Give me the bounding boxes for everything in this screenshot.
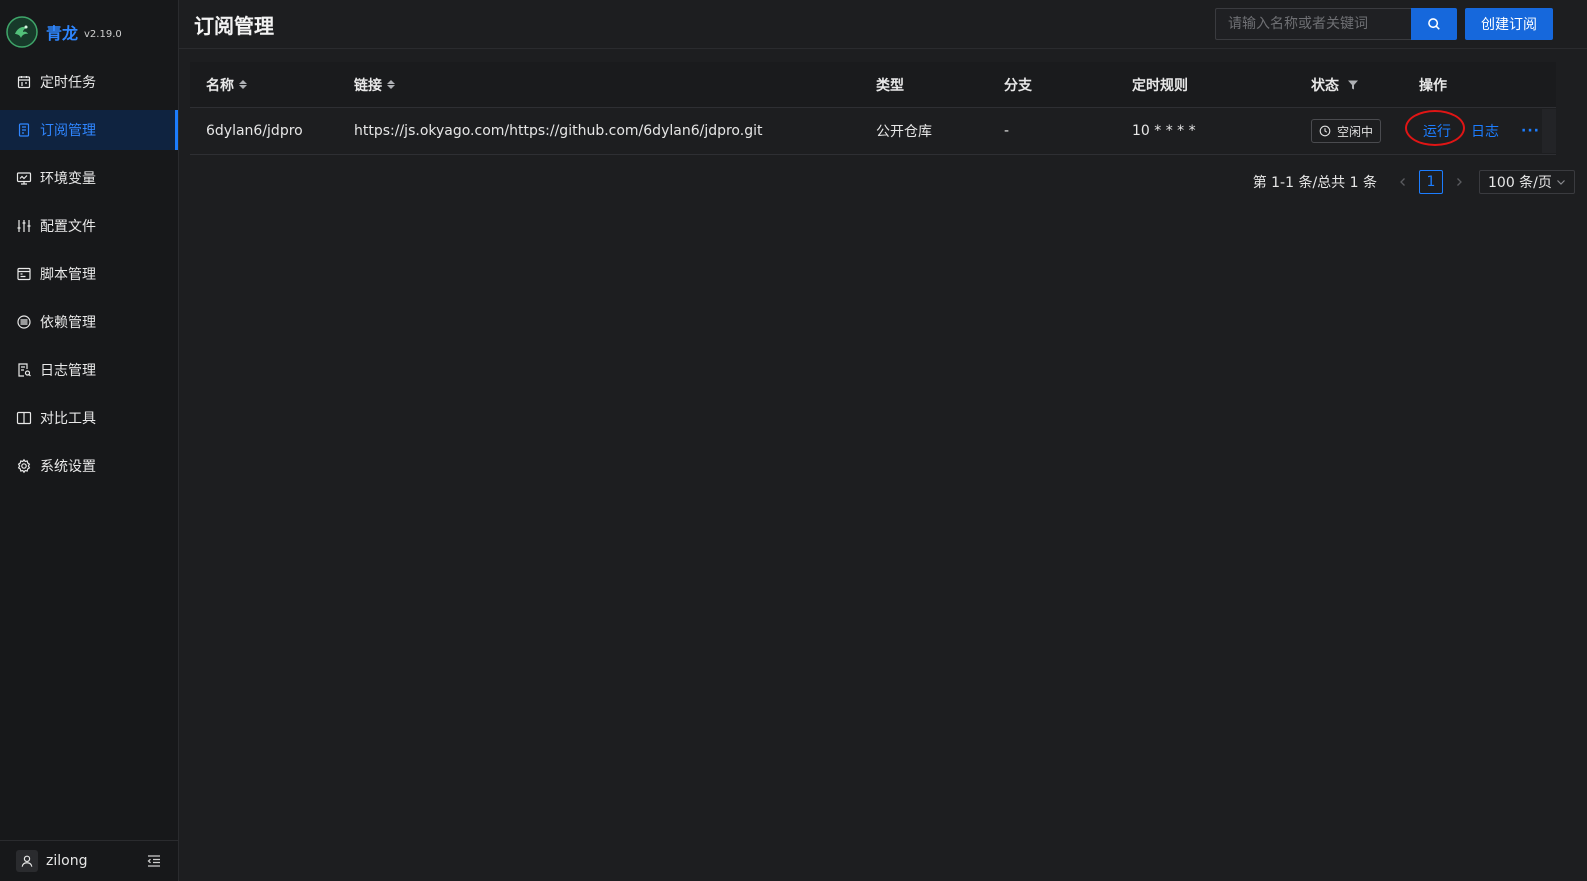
sliders-icon: [16, 218, 32, 234]
sidebar-nav: 定时任务 订阅管理 环境变量 配置文件 脚本管理 依赖管理 日志管理 对比工具 …: [0, 62, 178, 494]
app-version: v2.19.0: [84, 28, 122, 40]
status-text: 空闲中: [1337, 124, 1374, 139]
page-title: 订阅管理: [194, 14, 274, 38]
qinglong-logo-icon: [6, 16, 38, 48]
brand[interactable]: 青龙 v2.19.0: [6, 16, 122, 48]
column-header-status: 状态: [1295, 75, 1403, 95]
column-label: 类型: [876, 77, 904, 94]
sidebar-item-env-vars[interactable]: 环境变量: [0, 158, 178, 198]
cell-cron: 10 * * * *: [1132, 123, 1196, 139]
column-header-name[interactable]: 名称: [190, 75, 338, 95]
search-icon: [1428, 18, 1440, 30]
column-label: 名称: [206, 77, 234, 94]
filter-icon[interactable]: [1347, 79, 1359, 91]
sidebar-item-cron-tasks[interactable]: 定时任务: [0, 62, 178, 102]
collapse-menu-icon[interactable]: [146, 853, 162, 869]
sidebar-item-label: 系统设置: [40, 459, 96, 475]
sidebar-item-label: 环境变量: [40, 171, 96, 187]
cell-name: 6dylan6/jdpro: [206, 123, 303, 139]
column-header-branch: 分支: [988, 75, 1116, 95]
sidebar-item-label: 日志管理: [40, 363, 96, 379]
cell-branch: -: [1004, 123, 1010, 139]
sidebar-item-diff-tool[interactable]: 对比工具: [0, 398, 178, 438]
create-subscription-button[interactable]: 创建订阅: [1465, 8, 1553, 40]
monitor-icon: [16, 170, 32, 186]
username[interactable]: zilong: [46, 853, 87, 869]
sidebar-item-settings[interactable]: 系统设置: [0, 446, 178, 486]
column-header-type: 类型: [860, 75, 988, 95]
column-label: 操作: [1419, 77, 1447, 94]
table-header: 名称 链接 类型 分支 定时规则 状态 操作: [190, 62, 1556, 108]
sidebar-item-label: 定时任务: [40, 75, 96, 91]
main-content: 订阅管理 创建订阅 名称 链接 类型 分支: [178, 0, 1587, 881]
search-input[interactable]: [1215, 8, 1411, 40]
page-size-select[interactable]: 100 条/页: [1479, 170, 1575, 194]
diff-icon: [16, 410, 32, 426]
calendar-icon: [16, 74, 32, 90]
sidebar-item-scripts[interactable]: 脚本管理: [0, 254, 178, 294]
sort-icon[interactable]: [387, 80, 395, 89]
sidebar-item-dependencies[interactable]: 依赖管理: [0, 302, 178, 342]
status-badge: 空闲中: [1311, 119, 1382, 143]
sidebar-item-label: 配置文件: [40, 219, 96, 235]
search-bar: [1215, 8, 1457, 40]
column-header-ops: 操作: [1403, 75, 1556, 95]
prev-page-icon[interactable]: [1391, 170, 1415, 194]
table-row: 6dylan6/jdpro https://js.okyago.com/http…: [190, 108, 1556, 155]
column-label: 定时规则: [1132, 77, 1188, 94]
user-avatar[interactable]: [16, 850, 38, 872]
subscription-icon: [16, 122, 32, 138]
column-label: 状态: [1311, 77, 1339, 94]
app-name: 青龙: [46, 24, 79, 43]
sidebar-item-label: 对比工具: [40, 411, 96, 427]
column-header-url[interactable]: 链接: [338, 75, 860, 95]
sort-icon[interactable]: [239, 80, 247, 89]
sidebar: 青龙 v2.19.0 定时任务 订阅管理 环境变量 配置文件 脚本管理 依赖管理…: [0, 0, 179, 881]
sidebar-item-label: 依赖管理: [40, 315, 96, 331]
page-size-value: 100 条/页: [1488, 175, 1552, 191]
subscription-table: 名称 链接 类型 分支 定时规则 状态 操作 6dylan6/jdpro htt…: [190, 62, 1556, 155]
column-label: 分支: [1004, 77, 1032, 94]
log-button[interactable]: 日志: [1471, 121, 1499, 141]
run-button[interactable]: 运行: [1405, 110, 1465, 146]
chevron-down-icon: [1557, 180, 1565, 185]
pagination: 第 1-1 条/总共 1 条 1 100 条/页: [1253, 170, 1575, 194]
page-header: 订阅管理 创建订阅: [178, 0, 1587, 49]
column-label: 链接: [354, 77, 382, 94]
next-page-icon[interactable]: [1447, 170, 1471, 194]
sidebar-footer: zilong: [0, 840, 178, 881]
gear-icon: [16, 458, 32, 474]
cell-url: https://js.okyago.com/https://github.com…: [354, 123, 763, 139]
script-icon: [16, 266, 32, 282]
more-actions-icon[interactable]: ···: [1521, 123, 1540, 139]
page-number-current[interactable]: 1: [1419, 170, 1443, 194]
cell-ops: 运行 日志 ···: [1403, 110, 1556, 146]
cell-status: 空闲中: [1295, 119, 1403, 143]
sidebar-item-subscriptions[interactable]: 订阅管理: [0, 110, 178, 150]
user-icon: [21, 855, 33, 867]
dependency-icon: [16, 314, 32, 330]
log-icon: [16, 362, 32, 378]
pagination-total: 第 1-1 条/总共 1 条: [1252, 175, 1377, 191]
column-header-cron: 定时规则: [1116, 75, 1295, 95]
sidebar-item-config-files[interactable]: 配置文件: [0, 206, 178, 246]
search-button[interactable]: [1411, 8, 1457, 40]
cell-type: 公开仓库: [876, 124, 932, 140]
clock-icon: [1319, 125, 1331, 137]
sidebar-item-label: 脚本管理: [40, 267, 96, 283]
table-scrollbar[interactable]: [1542, 109, 1556, 153]
sidebar-item-label: 订阅管理: [40, 123, 96, 139]
sidebar-item-logs[interactable]: 日志管理: [0, 350, 178, 390]
